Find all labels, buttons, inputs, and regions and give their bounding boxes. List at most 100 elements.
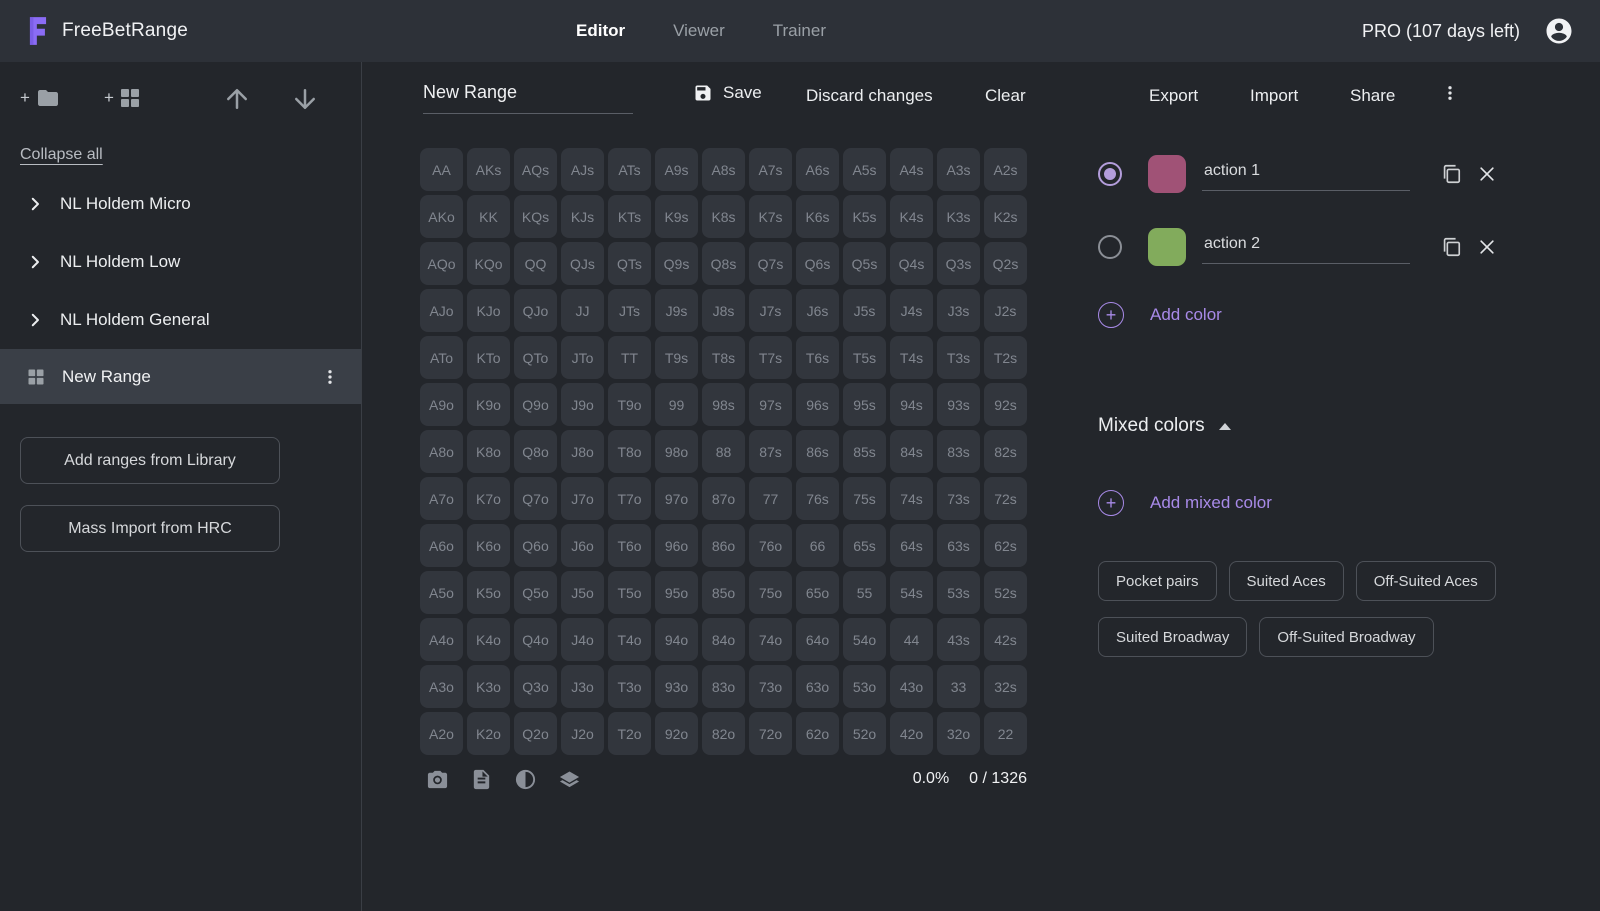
import-button[interactable]: Import xyxy=(1250,86,1298,106)
hand-cell-T9o[interactable]: T9o xyxy=(608,383,651,426)
hand-cell-T3s[interactable]: T3s xyxy=(937,336,980,379)
hand-cell-A8o[interactable]: A8o xyxy=(420,430,463,473)
preset-suited-broadway[interactable]: Suited Broadway xyxy=(1098,617,1247,657)
hand-cell-A2o[interactable]: A2o xyxy=(420,712,463,755)
hand-cell-AJs[interactable]: AJs xyxy=(561,148,604,191)
add-range-button[interactable]: + xyxy=(104,86,142,110)
hand-cell-T7o[interactable]: T7o xyxy=(608,477,651,520)
hand-cell-K2o[interactable]: K2o xyxy=(467,712,510,755)
hand-cell-K7s[interactable]: K7s xyxy=(749,195,792,238)
hand-cell-A4s[interactable]: A4s xyxy=(890,148,933,191)
hand-cell-T7s[interactable]: T7s xyxy=(749,336,792,379)
hand-cell-T2o[interactable]: T2o xyxy=(608,712,651,755)
tree-folder-nl-holdem-general[interactable]: NL Holdem General xyxy=(0,291,361,349)
hand-cell-Q7o[interactable]: Q7o xyxy=(514,477,557,520)
action-name-input[interactable] xyxy=(1202,158,1410,191)
hand-cell-J9s[interactable]: J9s xyxy=(655,289,698,332)
hand-cell-A9s[interactable]: A9s xyxy=(655,148,698,191)
hand-cell-J5s[interactable]: J5s xyxy=(843,289,886,332)
hand-cell-T6s[interactable]: T6s xyxy=(796,336,839,379)
hand-cell-K5s[interactable]: K5s xyxy=(843,195,886,238)
text-export-icon[interactable] xyxy=(470,768,493,791)
hand-cell-65s[interactable]: 65s xyxy=(843,524,886,567)
hand-cell-A5o[interactable]: A5o xyxy=(420,571,463,614)
hand-cell-32o[interactable]: 32o xyxy=(937,712,980,755)
hand-cell-J7s[interactable]: J7s xyxy=(749,289,792,332)
hand-cell-92o[interactable]: 92o xyxy=(655,712,698,755)
add-ranges-from-library-button[interactable]: Add ranges from Library xyxy=(20,437,280,484)
hand-cell-42o[interactable]: 42o xyxy=(890,712,933,755)
action-color-swatch[interactable] xyxy=(1148,155,1186,193)
hand-cell-54o[interactable]: 54o xyxy=(843,618,886,661)
mixed-colors-toggle[interactable]: Mixed colors xyxy=(1098,415,1231,437)
hand-cell-T9s[interactable]: T9s xyxy=(655,336,698,379)
hand-cell-33[interactable]: 33 xyxy=(937,665,980,708)
range-kebab-menu[interactable] xyxy=(321,366,339,388)
hand-cell-K4o[interactable]: K4o xyxy=(467,618,510,661)
hand-cell-J4o[interactable]: J4o xyxy=(561,618,604,661)
add-color-button[interactable]: + Add color xyxy=(1098,302,1222,328)
hand-cell-A3o[interactable]: A3o xyxy=(420,665,463,708)
hand-cell-Q8s[interactable]: Q8s xyxy=(702,242,745,285)
hand-cell-A6s[interactable]: A6s xyxy=(796,148,839,191)
hand-cell-73o[interactable]: 73o xyxy=(749,665,792,708)
hand-cell-A4o[interactable]: A4o xyxy=(420,618,463,661)
clear-button[interactable]: Clear xyxy=(985,86,1026,106)
delete-action-icon[interactable] xyxy=(1477,237,1497,257)
hand-cell-Q3o[interactable]: Q3o xyxy=(514,665,557,708)
preset-pocket-pairs[interactable]: Pocket pairs xyxy=(1098,561,1217,601)
hand-cell-A7o[interactable]: A7o xyxy=(420,477,463,520)
hand-cell-97o[interactable]: 97o xyxy=(655,477,698,520)
hand-cell-A6o[interactable]: A6o xyxy=(420,524,463,567)
toolbar-kebab-menu[interactable] xyxy=(1441,82,1459,104)
preset-off-suited-aces[interactable]: Off-Suited Aces xyxy=(1356,561,1496,601)
hand-cell-63s[interactable]: 63s xyxy=(937,524,980,567)
tree-item-new-range-selected[interactable]: New Range xyxy=(0,349,361,404)
tab-editor[interactable]: Editor xyxy=(576,21,625,41)
hand-cell-96s[interactable]: 96s xyxy=(796,383,839,426)
hand-cell-T6o[interactable]: T6o xyxy=(608,524,651,567)
hand-cell-85o[interactable]: 85o xyxy=(702,571,745,614)
tab-viewer[interactable]: Viewer xyxy=(673,21,725,41)
hand-cell-43s[interactable]: 43s xyxy=(937,618,980,661)
hand-cell-K4s[interactable]: K4s xyxy=(890,195,933,238)
discard-changes-button[interactable]: Discard changes xyxy=(806,86,933,106)
hand-cell-85s[interactable]: 85s xyxy=(843,430,886,473)
hand-cell-KTs[interactable]: KTs xyxy=(608,195,651,238)
copy-action-icon[interactable] xyxy=(1440,163,1462,185)
brand[interactable]: FreeBetRange xyxy=(24,16,304,46)
hand-cell-82o[interactable]: 82o xyxy=(702,712,745,755)
hand-cell-J8o[interactable]: J8o xyxy=(561,430,604,473)
hand-cell-Q2s[interactable]: Q2s xyxy=(984,242,1027,285)
hand-cell-Q7s[interactable]: Q7s xyxy=(749,242,792,285)
hand-cell-T5s[interactable]: T5s xyxy=(843,336,886,379)
hand-cell-94o[interactable]: 94o xyxy=(655,618,698,661)
hand-cell-TT[interactable]: TT xyxy=(608,336,651,379)
hand-cell-J5o[interactable]: J5o xyxy=(561,571,604,614)
hand-cell-KQs[interactable]: KQs xyxy=(514,195,557,238)
hand-cell-66[interactable]: 66 xyxy=(796,524,839,567)
hand-cell-K5o[interactable]: K5o xyxy=(467,571,510,614)
hand-cell-Q4o[interactable]: Q4o xyxy=(514,618,557,661)
hand-cell-Q5s[interactable]: Q5s xyxy=(843,242,886,285)
hand-cell-K3o[interactable]: K3o xyxy=(467,665,510,708)
hand-cell-J3o[interactable]: J3o xyxy=(561,665,604,708)
move-up-button[interactable] xyxy=(222,84,252,114)
hand-cell-52s[interactable]: 52s xyxy=(984,571,1027,614)
hand-cell-J6s[interactable]: J6s xyxy=(796,289,839,332)
account-icon[interactable] xyxy=(1544,16,1574,46)
hand-cell-K9s[interactable]: K9s xyxy=(655,195,698,238)
hand-cell-75o[interactable]: 75o xyxy=(749,571,792,614)
hand-cell-J3s[interactable]: J3s xyxy=(937,289,980,332)
hand-cell-JJ[interactable]: JJ xyxy=(561,289,604,332)
hand-cell-A8s[interactable]: A8s xyxy=(702,148,745,191)
hand-cell-72s[interactable]: 72s xyxy=(984,477,1027,520)
hand-cell-KJo[interactable]: KJo xyxy=(467,289,510,332)
action-name-input[interactable] xyxy=(1202,231,1410,264)
hand-cell-J7o[interactable]: J7o xyxy=(561,477,604,520)
hand-cell-T4o[interactable]: T4o xyxy=(608,618,651,661)
hand-cell-K9o[interactable]: K9o xyxy=(467,383,510,426)
hand-cell-JTo[interactable]: JTo xyxy=(561,336,604,379)
hand-cell-AQs[interactable]: AQs xyxy=(514,148,557,191)
hand-cell-QTs[interactable]: QTs xyxy=(608,242,651,285)
